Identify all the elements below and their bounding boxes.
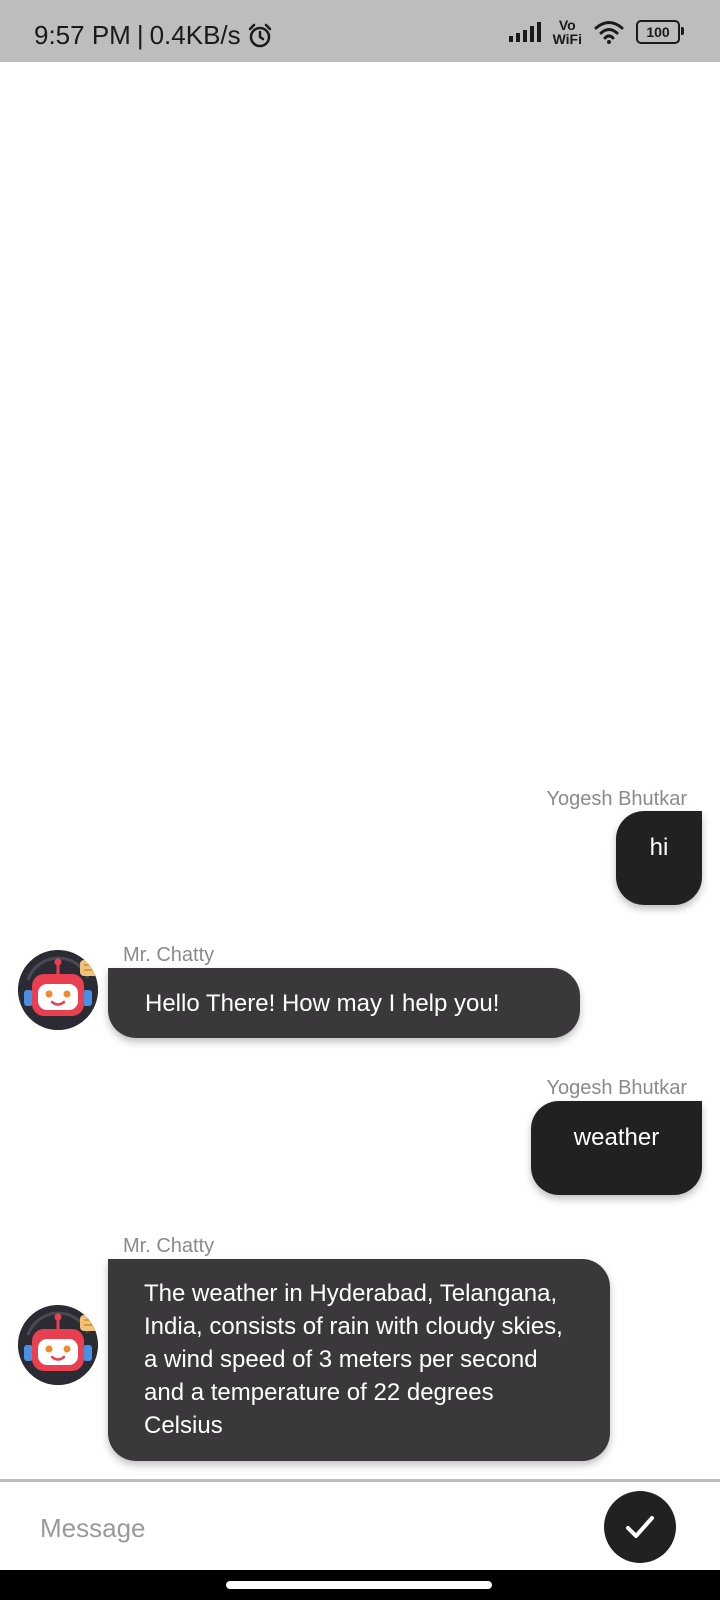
checkmark-icon xyxy=(622,1509,658,1545)
battery-icon: 100 xyxy=(636,20,684,44)
status-separator: | xyxy=(136,20,144,50)
vowifi-indicator: Vo WiFi xyxy=(553,18,582,46)
send-button[interactable] xyxy=(604,1491,676,1563)
message-text: Hello There! How may I help you! xyxy=(145,990,500,1017)
signal-icon xyxy=(508,22,541,42)
vowifi-wifi: WiFi xyxy=(552,31,582,47)
status-time: 9:57 PM xyxy=(34,20,131,50)
message-input[interactable] xyxy=(38,1505,582,1551)
home-indicator[interactable] xyxy=(226,1581,492,1589)
sender-name: Yogesh Bhutkar xyxy=(546,788,687,810)
status-left: 9:57 PM | 0.4KB/s xyxy=(34,20,273,51)
sender-name: Yogesh Bhutkar xyxy=(546,1077,687,1099)
message-text: hi xyxy=(649,834,669,861)
battery-level: 100 xyxy=(646,24,670,40)
bot-message-bubble[interactable]: The weather in Hyderabad, Telangana, Ind… xyxy=(108,1259,610,1461)
user-message-bubble[interactable]: hi xyxy=(616,811,702,905)
status-bar: 9:57 PM | 0.4KB/s Vo WiFi 100 xyxy=(0,0,720,62)
robot-avatar-icon xyxy=(18,950,98,1030)
alarm-icon xyxy=(247,23,273,49)
sender-name: Mr. Chatty xyxy=(123,944,215,966)
message-text: weather xyxy=(573,1124,660,1151)
vowifi-vo: Vo xyxy=(558,17,576,33)
sender-name: Mr. Chatty xyxy=(123,1235,215,1257)
message-text: The weather in Hyderabad, Telangana, Ind… xyxy=(144,1280,563,1439)
user-message-bubble[interactable]: weather xyxy=(531,1101,702,1195)
wifi-icon xyxy=(594,20,624,44)
network-speed: 0.4KB/s xyxy=(149,20,241,50)
composer-divider xyxy=(0,1479,720,1482)
status-right: Vo WiFi 100 xyxy=(508,18,684,46)
bot-message-bubble[interactable]: Hello There! How may I help you! xyxy=(108,968,580,1038)
robot-avatar-icon xyxy=(18,1305,98,1385)
